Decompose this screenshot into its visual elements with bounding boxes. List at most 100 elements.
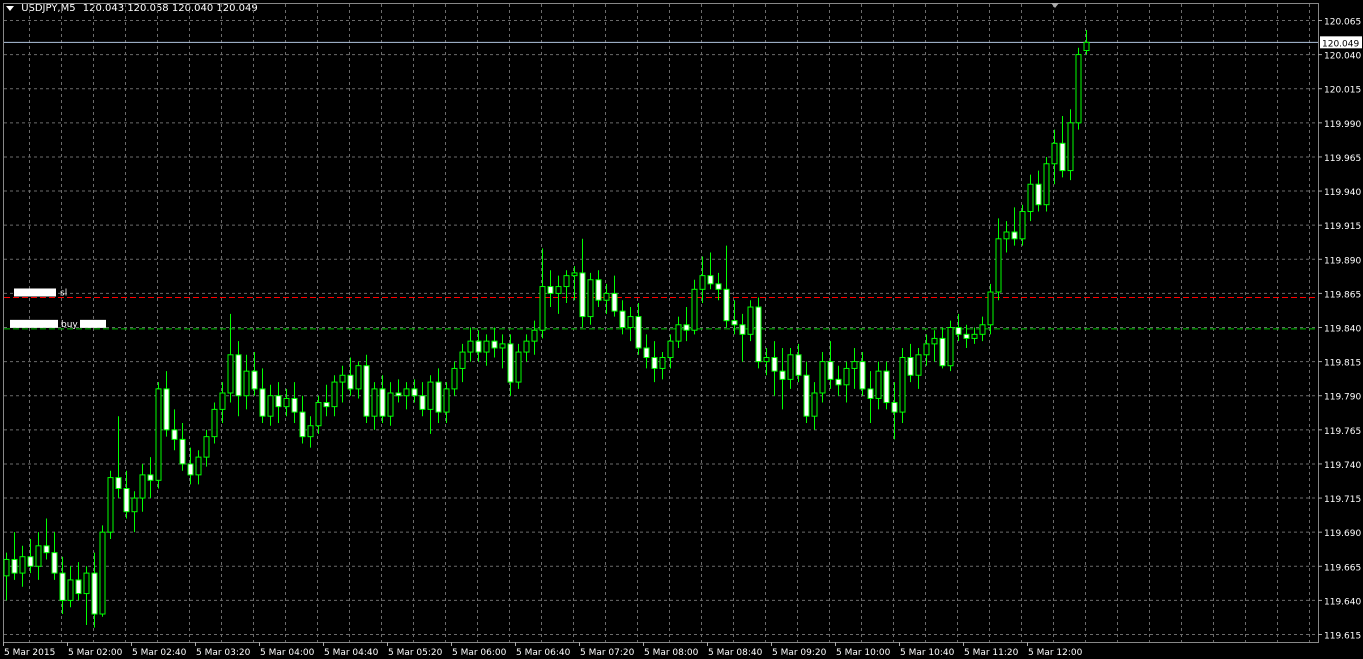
candle-body (75, 579, 82, 595)
candle-body (835, 378, 842, 386)
candle-body (843, 367, 850, 386)
candle-body (1083, 41, 1090, 52)
x-tick-label: 5 Mar 2015 (4, 648, 55, 658)
candle-body (611, 292, 618, 312)
x-tick-label: 5 Mar 08:00 (644, 648, 699, 658)
candle-body (795, 354, 802, 376)
candle-body (947, 327, 954, 367)
candle-body (651, 357, 658, 369)
y-tick-label: 119.990 (1324, 120, 1361, 130)
price-chart[interactable]: 120.065 120.040 120.015 119.990 119.965 119.9… (0, 0, 1363, 659)
candle-body (867, 388, 874, 399)
candle-body (827, 361, 834, 380)
buy-label: buy (61, 320, 78, 330)
candle-body (411, 388, 418, 397)
candle-body (747, 306, 754, 335)
candle-body (163, 388, 170, 431)
sl-label: sl (60, 288, 67, 298)
candle-body (1051, 142, 1058, 165)
candle-body (803, 374, 810, 417)
y-tick-label: 120.015 (1324, 86, 1361, 96)
candle-body (43, 545, 50, 554)
candle-body (27, 556, 34, 567)
candle-body (11, 558, 18, 574)
candle-body (99, 531, 106, 615)
buy-label-redaction (10, 319, 58, 328)
candle-body (859, 361, 866, 390)
candle-body (347, 374, 354, 390)
x-tick-label: 5 Mar 07:20 (580, 648, 635, 658)
candle-body (667, 340, 674, 359)
candle-body (939, 337, 946, 367)
candle-body (899, 357, 906, 413)
candle-body (291, 397, 298, 413)
candle-body (107, 477, 114, 533)
y-tick-label: 119.915 (1324, 222, 1361, 232)
candle-body (155, 388, 162, 481)
candle-body (387, 392, 394, 417)
y-tick-label: 119.715 (1324, 495, 1361, 505)
candle-body (635, 316, 642, 349)
x-tick-label: 5 Mar 06:40 (516, 648, 571, 658)
candle-body (283, 397, 290, 408)
y-tick-label: 119.865 (1324, 290, 1361, 300)
x-tick-label: 5 Mar 02:40 (132, 648, 187, 658)
candle-body (219, 392, 226, 410)
candle-body (451, 367, 458, 390)
candle-body (907, 357, 914, 376)
candle-body (699, 275, 706, 290)
candle-body (883, 370, 890, 404)
candle-body (683, 324, 690, 331)
candle-body (171, 429, 178, 440)
x-tick-label: 5 Mar 04:00 (260, 648, 315, 658)
candle-body (67, 579, 74, 601)
candle-body (763, 357, 770, 363)
candle-body (147, 474, 154, 481)
buy-label-redaction-2 (80, 319, 106, 328)
candle-body (435, 381, 442, 413)
candle-body (211, 408, 218, 438)
y-tick-label: 120.065 (1324, 18, 1361, 28)
chart-window: USDJPY,M5 120.043 120.058 120.040 120.04… (0, 0, 1363, 659)
candle-body (691, 288, 698, 331)
candle-body (419, 395, 426, 410)
candle-body (83, 572, 90, 595)
candle-body (35, 545, 42, 567)
candle-body (587, 279, 594, 318)
candle-body (787, 354, 794, 380)
x-tick-label: 5 Mar 09:20 (772, 648, 827, 658)
candle-body (707, 275, 714, 285)
candle-body (395, 392, 402, 397)
candle-body (123, 488, 130, 513)
y-tick-label: 119.790 (1324, 393, 1361, 403)
candle-body (307, 425, 314, 438)
x-tick-label: 5 Mar 02:00 (68, 648, 123, 658)
candle-body (115, 477, 122, 490)
candle-body (715, 283, 722, 290)
candle-body (355, 365, 362, 390)
candle-body (851, 361, 858, 369)
candle-body (619, 310, 626, 329)
candle-body (571, 272, 578, 277)
candle-body (731, 320, 738, 326)
candle-body (771, 357, 778, 372)
candle-body (723, 288, 730, 322)
x-tick-label: 5 Mar 04:40 (324, 648, 379, 658)
candle-body (603, 292, 610, 301)
candle-body (627, 316, 634, 328)
current-price-tag-label: 120.049 (1322, 39, 1359, 49)
candle-body (187, 463, 194, 476)
candle-body (59, 572, 66, 601)
y-tick-label: 119.690 (1324, 529, 1361, 539)
candle-body (779, 370, 786, 380)
candle-body (995, 238, 1002, 293)
candle-body (3, 558, 10, 577)
candle-body (539, 286, 546, 331)
candle-body (227, 354, 234, 394)
candle-body (1035, 183, 1042, 206)
candle-body (523, 340, 530, 353)
x-tick-label: 5 Mar 11:20 (964, 648, 1019, 658)
candle-body (267, 395, 274, 417)
y-tick-label: 120.040 (1324, 52, 1361, 62)
y-tick-label: 119.665 (1324, 563, 1361, 573)
